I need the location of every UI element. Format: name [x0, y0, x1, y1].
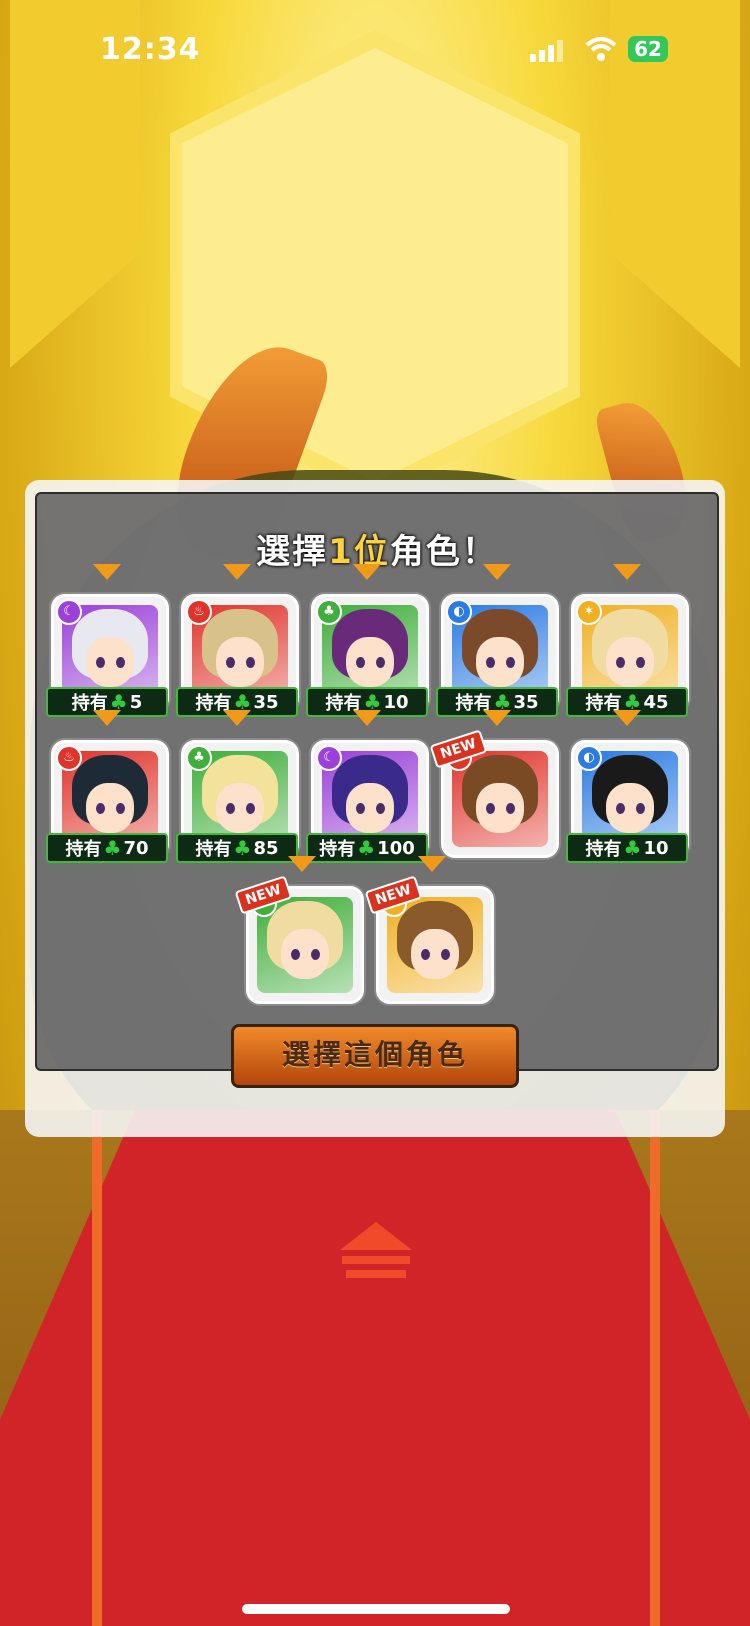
light-element-icon: ✶ [576, 599, 602, 625]
wood-element-icon: ♣ [186, 745, 212, 771]
selection-marker [418, 856, 446, 872]
selection-marker [93, 710, 121, 726]
character-card-3[interactable]: ♣ 持有 ♣ 10 [306, 594, 429, 717]
fire-element-icon: ♨ [186, 599, 212, 625]
signal-icon [530, 40, 563, 62]
red-carpet [0, 1110, 750, 1626]
character-card-7[interactable]: ♣ 持有 ♣ 85 [176, 740, 299, 863]
selection-marker [483, 564, 511, 580]
dark-element-icon: ☾ [56, 599, 82, 625]
owned-count: 持有 ♣ 100 [306, 833, 428, 863]
fire-element-icon: ♨ [56, 745, 82, 771]
arrow-up-icon [340, 1222, 412, 1278]
home-indicator[interactable] [242, 1604, 510, 1614]
wifi-icon [585, 37, 617, 61]
owned-count: 持有 ♣ 10 [566, 833, 688, 863]
character-card-10[interactable]: ◐ 持有 ♣ 10 [566, 740, 689, 863]
dialog-inner: 選擇1位角色！ ☾ 持有 ♣ 5 ♨ 持有 ♣ 35 ♣ 持有 ♣ 10 ◐ 持有 ♣ 35 ✶ 持有 ♣ 45 ♨ 持有… [35, 492, 719, 1088]
clover-icon: ♣ [103, 836, 122, 860]
character-card-11[interactable]: ♣NEW [234, 875, 364, 1004]
selection-marker [483, 710, 511, 726]
owned-count: 持有 ♣ 70 [46, 833, 168, 863]
water-element-icon: ◐ [446, 599, 472, 625]
selection-marker [613, 564, 641, 580]
character-card-9[interactable]: ♨NEW [429, 729, 559, 858]
clover-icon: ♣ [357, 836, 376, 860]
character-card-4[interactable]: ◐ 持有 ♣ 35 [436, 594, 559, 717]
character-card-8[interactable]: ☾ 持有 ♣ 100 [306, 740, 429, 863]
water-element-icon: ◐ [576, 745, 602, 771]
status-bar: 12:34 62 [0, 0, 750, 100]
clock: 12:34 [100, 32, 201, 67]
selection-marker [223, 710, 251, 726]
owned-count: 持有 ♣ 85 [176, 833, 298, 863]
clover-icon: ♣ [623, 836, 642, 860]
character-card-6[interactable]: ♨ 持有 ♣ 70 [46, 740, 169, 863]
selection-marker [613, 710, 641, 726]
selection-marker [223, 564, 251, 580]
character-card-2[interactable]: ♨ 持有 ♣ 35 [176, 594, 299, 717]
selection-marker [353, 564, 381, 580]
wood-element-icon: ♣ [316, 599, 342, 625]
character-card-5[interactable]: ✶ 持有 ♣ 45 [566, 594, 689, 717]
battery-indicator: 62 [628, 36, 668, 62]
character-card-1[interactable]: ☾ 持有 ♣ 5 [46, 594, 169, 717]
clover-icon: ♣ [233, 836, 252, 860]
selection-marker [353, 710, 381, 726]
character-select-dialog: 選擇1位角色！ ☾ 持有 ♣ 5 ♨ 持有 ♣ 35 ♣ 持有 ♣ 10 ◐ 持有 ♣ 35 ✶ 持有 ♣ 45 ♨ 持有… [25, 480, 725, 1137]
dark-element-icon: ☾ [316, 745, 342, 771]
selection-marker [288, 856, 316, 872]
selection-marker [93, 564, 121, 580]
select-character-button[interactable]: 選擇這個角色 [231, 1024, 519, 1088]
character-card-12[interactable]: ✶NEW [364, 875, 494, 1004]
